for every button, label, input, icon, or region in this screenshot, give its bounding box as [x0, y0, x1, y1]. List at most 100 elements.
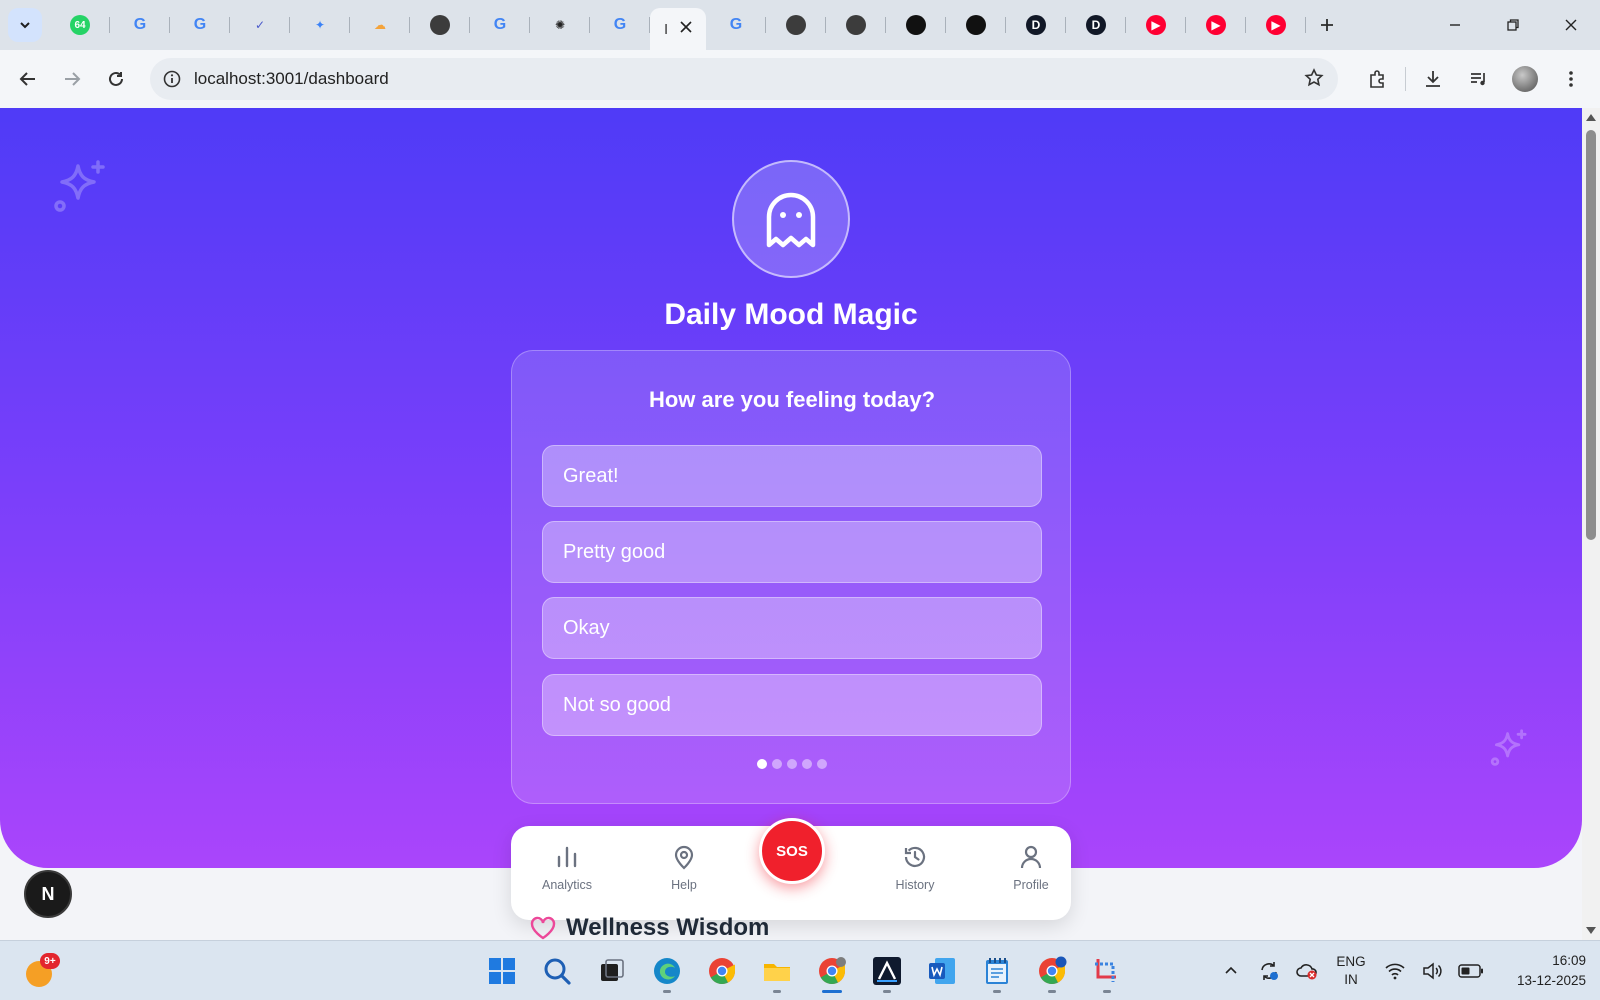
- mood-ghost-avatar: [732, 160, 850, 278]
- browser-tab[interactable]: ▶: [1126, 8, 1186, 42]
- language-indicator[interactable]: ENG IN: [1326, 953, 1376, 989]
- carousel-dot[interactable]: [802, 759, 812, 769]
- reload-icon: [109, 71, 123, 86]
- scroll-up-arrow[interactable]: [1586, 114, 1596, 121]
- minimize-button[interactable]: [1426, 0, 1484, 50]
- tray-sync[interactable]: [1250, 960, 1288, 982]
- dev-d-icon: D: [1086, 15, 1106, 35]
- weather-widget[interactable]: 9+: [24, 953, 60, 987]
- browser-tab[interactable]: G: [706, 8, 766, 42]
- new-tab-button[interactable]: [1312, 10, 1342, 40]
- tray-cloud-status[interactable]: [1288, 960, 1326, 982]
- media-queue-icon: [1471, 73, 1485, 86]
- tab-search-button[interactable]: [8, 8, 42, 42]
- chrome-dark-icon: [786, 15, 806, 35]
- nav-history[interactable]: History: [875, 844, 955, 892]
- chrome-icon: [709, 958, 735, 984]
- start-button[interactable]: [478, 949, 526, 993]
- page-scrollbar[interactable]: [1582, 108, 1600, 940]
- nav-profile-label: Profile: [1013, 878, 1049, 892]
- scroll-down-arrow[interactable]: [1586, 927, 1596, 934]
- url-text[interactable]: localhost:3001/dashboard: [194, 69, 389, 89]
- carousel-dot[interactable]: [757, 759, 767, 769]
- browser-tab[interactable]: ✦: [290, 8, 350, 42]
- dev-tools-badge[interactable]: N: [24, 870, 72, 918]
- browser-tab[interactable]: l: [650, 8, 706, 50]
- taskbar-chrome[interactable]: [698, 949, 746, 993]
- browser-toolbar: localhost:3001/dashboard: [0, 50, 1600, 108]
- tab-list: 64 G G ✓ ✦ ☁ G ✺ Gl G D D ▶ ▶ ▶: [50, 0, 1306, 50]
- system-clock[interactable]: 16:09 13-12-2025: [1490, 951, 1600, 991]
- taskbar-notepad[interactable]: [973, 949, 1021, 993]
- browser-tab[interactable]: G: [590, 8, 650, 42]
- arrow-left-icon: [19, 72, 35, 86]
- scroll-thumb[interactable]: [1586, 130, 1596, 540]
- back-button[interactable]: [6, 59, 50, 99]
- tab-strip: 64 G G ✓ ✦ ☁ G ✺ Gl G D D ▶ ▶ ▶: [0, 0, 1600, 50]
- browser-tab[interactable]: ☁: [350, 8, 410, 42]
- carousel-dot[interactable]: [772, 759, 782, 769]
- browser-tab[interactable]: D: [1066, 8, 1126, 42]
- taskbar-snipping-tool[interactable]: [1083, 949, 1131, 993]
- nav-profile[interactable]: Profile: [991, 844, 1071, 892]
- carousel-dot[interactable]: [817, 759, 827, 769]
- menu-button[interactable]: [1548, 59, 1594, 99]
- sos-button[interactable]: SOS: [759, 818, 825, 884]
- scissors-icon: [1095, 959, 1116, 982]
- taskbar-arc-app[interactable]: [863, 949, 911, 993]
- downloads-button[interactable]: [1410, 59, 1456, 99]
- hero-section: Daily Mood Magic How are you feeling tod…: [0, 108, 1582, 868]
- site-info-icon[interactable]: [150, 70, 194, 88]
- mood-option-not-so-good[interactable]: Not so good: [542, 674, 1042, 736]
- mood-option-okay[interactable]: Okay: [542, 597, 1042, 659]
- tray-wifi[interactable]: [1376, 961, 1414, 981]
- close-window-button[interactable]: [1542, 0, 1600, 50]
- reload-button[interactable]: [94, 59, 138, 99]
- browser-tab[interactable]: G: [470, 8, 530, 42]
- browser-tab[interactable]: G: [110, 8, 170, 42]
- taskbar-file-explorer[interactable]: [753, 949, 801, 993]
- bookmark-star-icon[interactable]: [1304, 68, 1324, 93]
- browser-tab[interactable]: [826, 8, 886, 42]
- carousel-dot[interactable]: [787, 759, 797, 769]
- browser-tab[interactable]: [410, 8, 470, 42]
- taskbar-word[interactable]: [918, 949, 966, 993]
- close-tab-icon[interactable]: [679, 20, 692, 38]
- browser-tab[interactable]: ✺: [530, 8, 590, 42]
- browser-tab[interactable]: D: [1006, 8, 1066, 42]
- browser-tab[interactable]: ✓: [230, 8, 290, 42]
- browser-tab[interactable]: [886, 8, 946, 42]
- nav-analytics[interactable]: Analytics: [527, 844, 607, 892]
- address-bar[interactable]: localhost:3001/dashboard: [150, 58, 1338, 100]
- forward-button[interactable]: [50, 59, 94, 99]
- tray-overflow-button[interactable]: [1212, 964, 1250, 978]
- chrome-dark-icon: [846, 15, 866, 35]
- browser-tab[interactable]: 64: [50, 8, 110, 42]
- taskbar-chrome-profile[interactable]: [808, 949, 856, 993]
- mood-option-great[interactable]: Great!: [542, 445, 1042, 507]
- taskbar-edge[interactable]: [643, 949, 691, 993]
- tray-volume[interactable]: [1414, 961, 1452, 981]
- profile-avatar[interactable]: [1512, 66, 1538, 92]
- more-vertical-icon: [1569, 71, 1573, 87]
- puzzle-icon: [1370, 70, 1384, 88]
- task-view[interactable]: [588, 949, 636, 993]
- browser-tab[interactable]: [766, 8, 826, 42]
- tray-battery[interactable]: [1452, 964, 1490, 978]
- wellness-heading: Wellness Wisdom: [530, 914, 769, 940]
- browser-tab[interactable]: G: [170, 8, 230, 42]
- taskbar-search[interactable]: [533, 949, 581, 993]
- browser-tab[interactable]: ▶: [1186, 8, 1246, 42]
- shield-check-icon: ✓: [254, 18, 266, 32]
- mood-option-pretty-good[interactable]: Pretty good: [542, 521, 1042, 583]
- chrome-dark-icon: [430, 15, 450, 35]
- restore-button[interactable]: [1484, 0, 1542, 50]
- nav-help[interactable]: Help: [644, 844, 724, 892]
- browser-tab[interactable]: ▶: [1246, 8, 1306, 42]
- extensions-button[interactable]: [1355, 59, 1401, 99]
- taskbar-chrome-alt[interactable]: [1028, 949, 1076, 993]
- toolbar-divider: [1405, 67, 1406, 91]
- running-indicator: [663, 990, 671, 993]
- browser-tab[interactable]: [946, 8, 1006, 42]
- media-controls-button[interactable]: [1456, 59, 1502, 99]
